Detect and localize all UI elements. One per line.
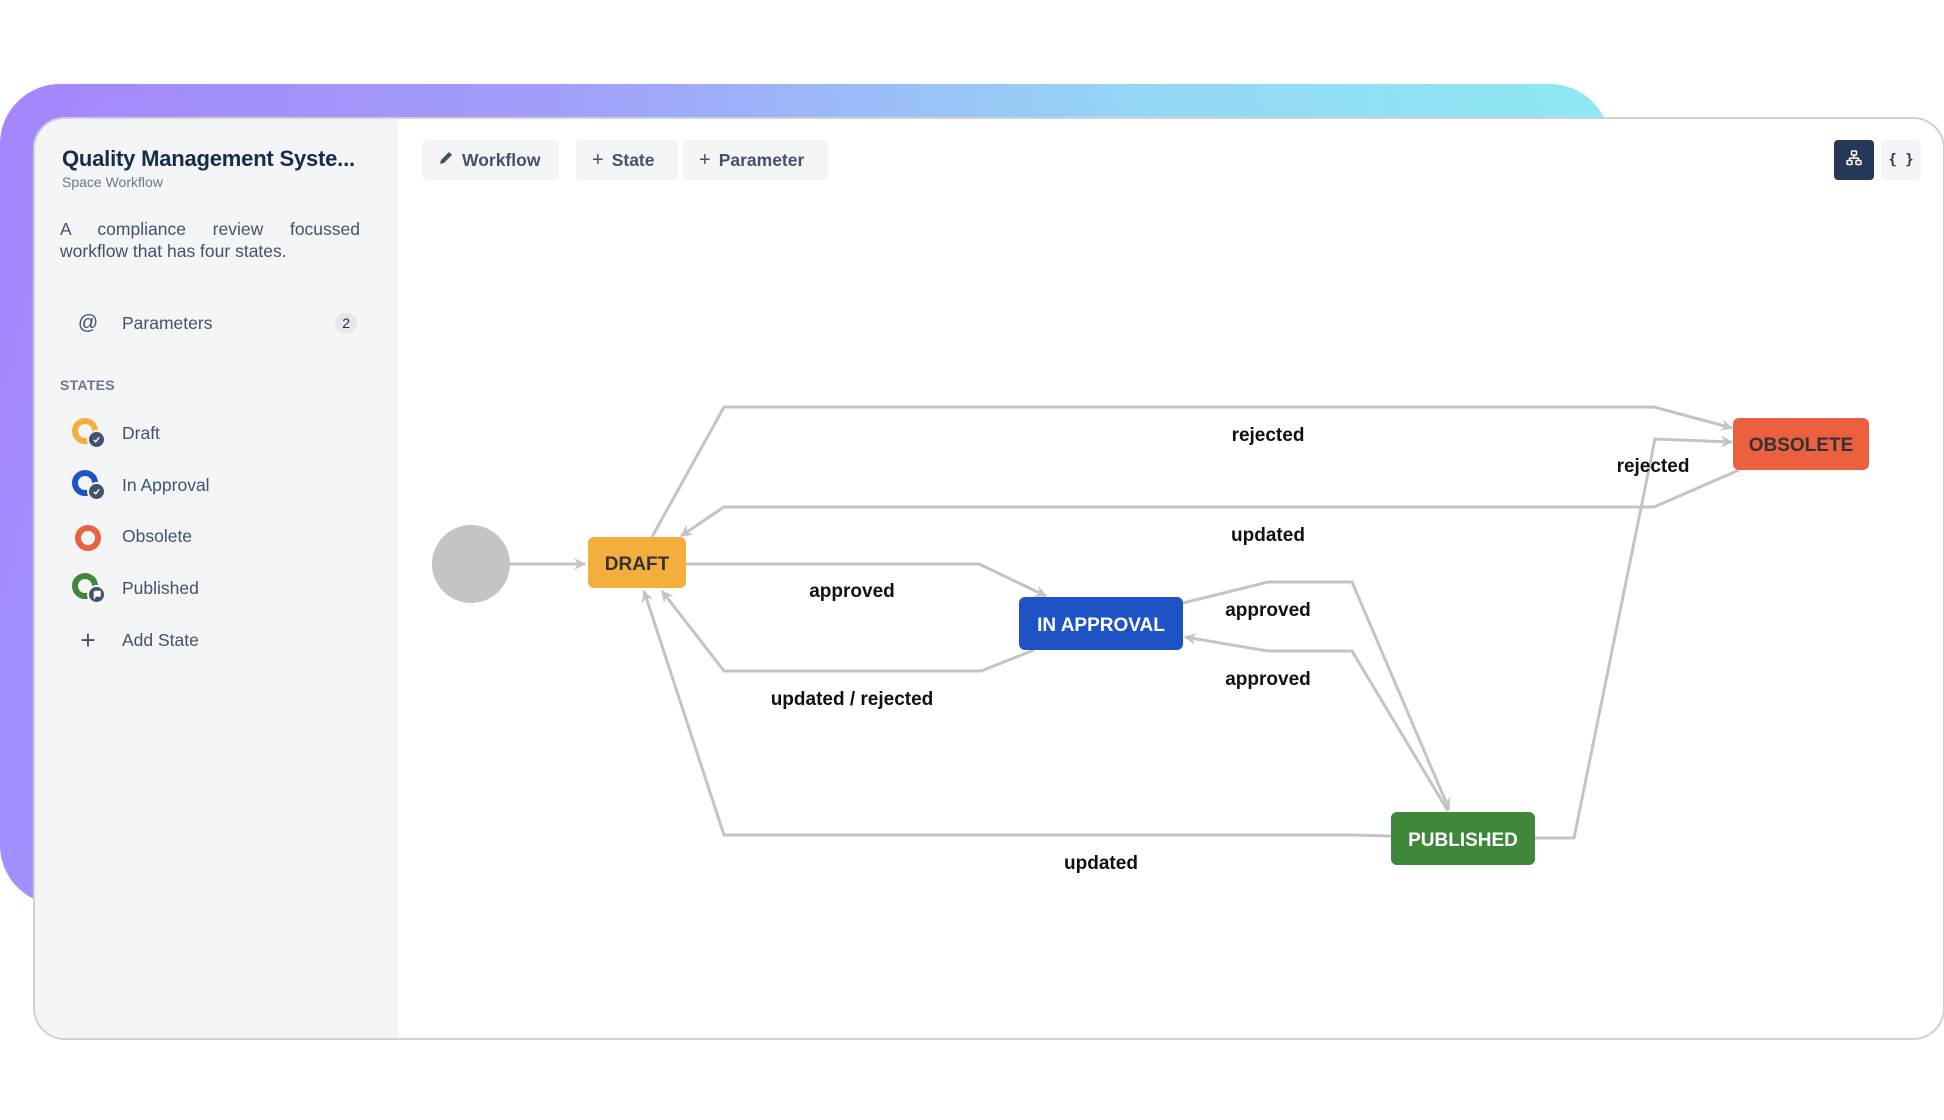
workflow-editor-window: Quality Management Syste... Space Workfl… <box>33 117 1944 1040</box>
edge-obsolete-to-draft[interactable] <box>680 468 1740 538</box>
draft-node[interactable]: DRAFT <box>588 537 686 588</box>
published-node-label: PUBLISHED <box>1408 830 1518 851</box>
edge-label-updated-rejected: updated / rejected <box>771 689 934 710</box>
obsolete-node[interactable]: OBSOLETE <box>1733 418 1869 470</box>
edge-in-approval-to-draft[interactable] <box>660 590 1035 673</box>
edge-published-to-in-approval[interactable] <box>1184 632 1450 812</box>
edge-label-updated: updated <box>1231 525 1305 546</box>
edge-published-to-obsolete[interactable] <box>1535 435 1733 840</box>
obsolete-node-label: OBSOLETE <box>1749 435 1854 456</box>
in-approval-node-label: IN APPROVAL <box>1037 615 1165 636</box>
edge-label-approved: approved <box>809 581 895 602</box>
edge-label-rejected: rejected <box>1232 425 1305 446</box>
workflow-diagram: DRAFT IN APPROVAL OBSOLETE PUBLISHED rej… <box>432 405 1869 874</box>
edge-in-approval-to-published[interactable] <box>1182 580 1451 810</box>
published-node[interactable]: PUBLISHED <box>1391 812 1535 865</box>
edge-label-approved: approved <box>1225 600 1311 621</box>
edge-published-to-draft[interactable] <box>641 590 1392 838</box>
initial-state-node[interactable] <box>432 525 510 603</box>
draft-node-label: DRAFT <box>605 554 670 575</box>
edge-label-approved: approved <box>1225 669 1311 690</box>
edge-label-updated: updated <box>1064 853 1138 874</box>
in-approval-node[interactable]: IN APPROVAL <box>1019 597 1183 650</box>
edge-draft-to-obsolete[interactable] <box>650 405 1733 538</box>
edge-label-rejected: rejected <box>1617 456 1690 477</box>
